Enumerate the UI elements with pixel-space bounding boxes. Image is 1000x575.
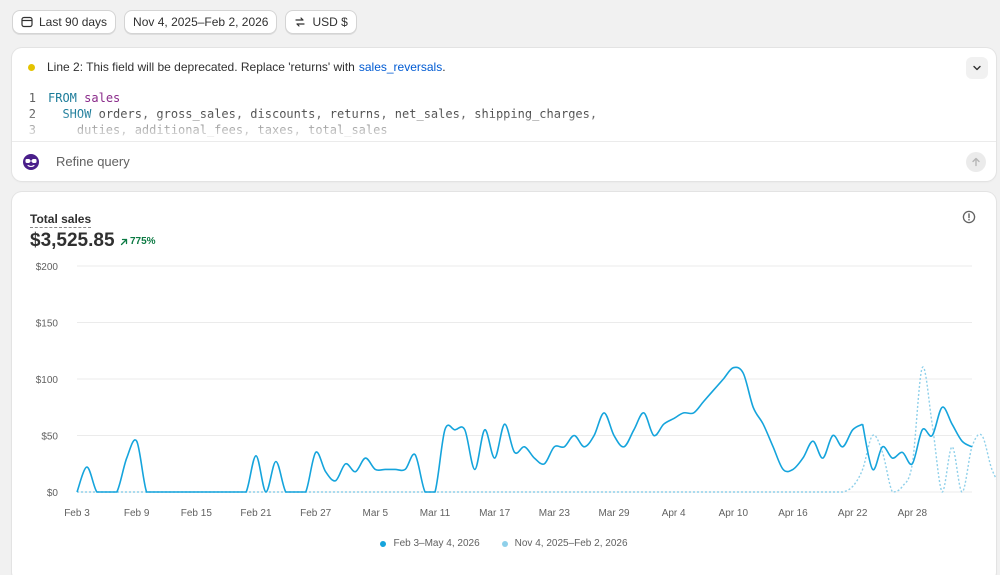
warning-suffix: . [442,60,446,74]
legend-item-comparison[interactable]: Nov 4, 2025–Feb 2, 2026 [501,538,628,549]
sidekick-assistant-icon [23,153,39,170]
date-range-button[interactable]: Last 90 days [12,10,117,34]
x-tick-label: Mar 23 [539,508,571,519]
x-tick-label: Feb 9 [124,508,150,519]
total-sales-card: Total sales $3,525.85 775% $0 $50 $100 $150… [12,192,996,575]
currency-label: USD $ [312,15,348,29]
date-range-label: Last 90 days [39,15,108,29]
line-number: 2 [28,107,36,121]
chevron-down-icon [973,65,981,71]
warning-text: Line 2: This field will be deprecated. R… [47,60,355,74]
y-tick-label: $50 [41,432,58,443]
legend-dot-comparison [501,540,508,547]
x-tick-label: Apr 10 [719,508,749,519]
query-editor-card: Line 2: This field will be deprecated. R… [12,48,996,181]
y-tick-label: $100 [36,375,59,386]
warning-dot-icon [28,63,35,71]
chart-legend: Feb 3–May 4, 2026 Nov 4, 2025–Feb 2, 202… [12,538,996,549]
code-line: 3 duties, additional_fees, taxes, total_… [12,122,996,138]
code-fields: duties, additional_fees, taxes, total_sa… [76,123,388,137]
compare-range-button[interactable]: Nov 4, 2025–Feb 2, 2026 [124,10,278,34]
sales-line-chart: $0 $50 $100 $150 $200 Feb 3 Feb 9 Feb 15 Feb 21 F… [36,262,996,519]
toolbar: Last 90 days Nov 4, 2025–Feb 2, 2026 USD… [12,10,357,34]
warning-link[interactable]: sales_reversals [359,60,442,74]
code-table: sales [84,91,121,105]
x-tick-label: Feb 27 [300,508,332,519]
legend-label-comparison: Nov 4, 2025–Feb 2, 2026 [514,538,628,549]
x-tick-label: Feb 3 [64,508,90,519]
code-fields: orders, gross_sales, discounts, returns,… [98,107,598,121]
x-tick-label: Mar 11 [420,508,451,519]
legend-item-current[interactable]: Feb 3–May 4, 2026 [380,538,480,549]
calendar-icon [21,16,33,28]
code-keyword: SHOW [62,107,92,121]
y-tick-label: $0 [47,488,59,499]
code-line: 2 SHOW orders, gross_sales, discounts, r… [12,106,996,122]
series-line-comparison [76,366,996,493]
line-number: 3 [28,123,36,137]
x-tick-label: Mar 29 [598,508,630,519]
x-tick-label: Mar 17 [479,508,511,519]
x-tick-label: Apr 28 [898,508,928,519]
collapse-warning-button[interactable] [966,57,988,79]
submit-query-button[interactable] [966,152,986,172]
query-code-editor[interactable]: 1 FROM sales 2 SHOW orders, gross_sales,… [12,90,996,142]
currency-exchange-icon [295,17,306,27]
y-tick-label: $150 [36,319,59,330]
arrow-up-icon [972,157,980,167]
line-number: 1 [28,91,36,105]
currency-button[interactable]: USD $ [285,10,357,34]
code-keyword: FROM [48,91,77,105]
x-tick-label: Apr 22 [838,508,868,519]
refine-query-bar [12,141,996,181]
x-tick-label: Apr 16 [778,508,808,519]
deprecation-warning: Line 2: This field will be deprecated. R… [12,48,996,86]
legend-label-current: Feb 3–May 4, 2026 [393,538,480,549]
x-tick-label: Apr 4 [662,508,686,519]
x-tick-label: Mar 5 [363,508,389,519]
refine-query-input[interactable] [56,154,856,169]
legend-dot-current [380,540,387,547]
y-tick-label: $200 [36,262,59,273]
x-tick-label: Feb 15 [181,508,213,519]
code-line: 1 FROM sales [12,90,996,106]
series-line-current [76,366,863,493]
x-tick-label: Feb 21 [240,508,272,519]
compare-range-label: Nov 4, 2025–Feb 2, 2026 [133,15,269,29]
